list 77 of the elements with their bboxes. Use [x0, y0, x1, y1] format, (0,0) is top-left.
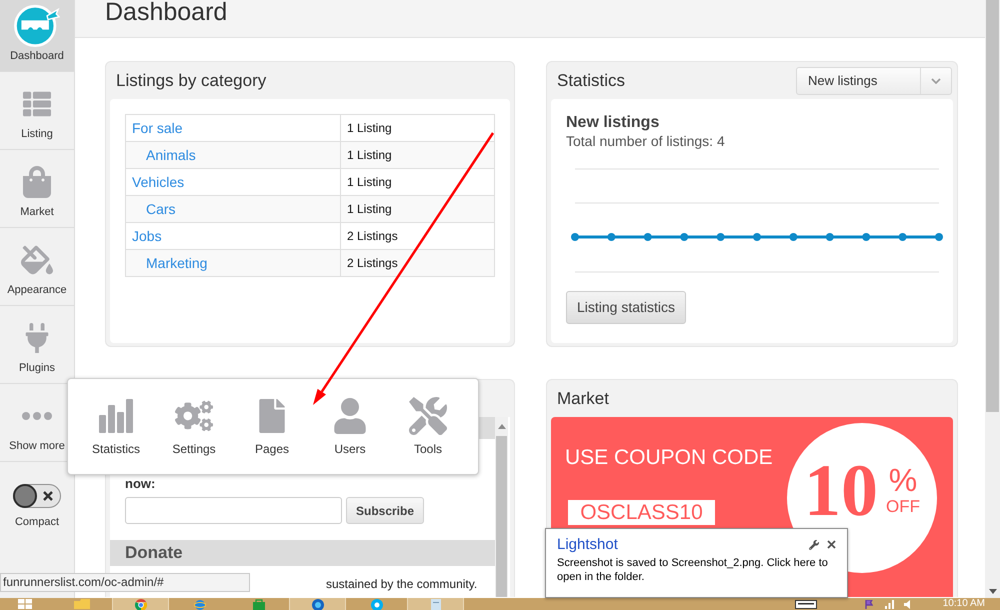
tools-icon — [409, 397, 447, 435]
caret-up-icon — [498, 424, 506, 429]
scrollbar[interactable] — [985, 0, 1000, 598]
scrollbar-thumb[interactable] — [496, 436, 507, 597]
subscribe-button[interactable]: Subscribe — [346, 497, 424, 524]
taskbar-button[interactable] — [289, 598, 346, 610]
sidebar-item[interactable]: Dashboard — [0, 0, 74, 72]
flag-icon[interactable] — [864, 600, 873, 609]
off-label: OFF — [886, 497, 920, 517]
caret-down-icon — [988, 588, 996, 594]
globe-icon — [194, 599, 206, 610]
compact-label: Compact — [14, 516, 60, 529]
data-point — [644, 233, 652, 241]
listing-statistics-button[interactable]: Listing statistics — [566, 291, 686, 324]
percent-sign: % — [888, 463, 918, 497]
bar-chart-icon — [99, 399, 133, 433]
toggle-knob — [13, 484, 37, 508]
data-point — [680, 233, 688, 241]
app-icon — [312, 599, 324, 610]
toggle-switch[interactable] — [13, 484, 61, 508]
scrollbar-thumb[interactable] — [986, 0, 999, 412]
status-url: funrunnerslist.com/oc-admin/# — [0, 573, 250, 592]
table-cell: 2 Listings — [341, 250, 494, 277]
chart-heading: New listings — [566, 113, 660, 133]
chevron-down-icon — [931, 78, 941, 84]
email-field[interactable] — [125, 497, 342, 524]
panel-title: Statistics — [557, 70, 626, 90]
listings-select[interactable]: New listings — [796, 66, 952, 94]
data-point — [716, 233, 725, 241]
wrench-icon[interactable] — [809, 540, 819, 550]
speaker-icon[interactable] — [904, 600, 913, 609]
close-icon[interactable] — [827, 540, 836, 549]
data-point — [862, 233, 870, 241]
table-cell: 1 Listing — [341, 142, 494, 169]
notification-message[interactable]: Screenshot is saved to Screenshot_2.png. Click here to open in the folder. — [557, 556, 836, 584]
shopping-bag-icon — [21, 166, 53, 198]
page-title: Dashboard — [105, 0, 228, 24]
data-point — [935, 233, 943, 241]
donate-heading: Donate — [110, 540, 495, 566]
user-icon — [332, 398, 368, 434]
panel-title: Listings by category — [116, 70, 266, 90]
table-cell: 1 Listing — [341, 196, 494, 223]
notification-title: Lightshot — [557, 536, 619, 554]
total-text: Total number of listings: 4 — [566, 133, 725, 150]
windows-logo-icon — [18, 599, 32, 609]
notification-popup[interactable]: Lightshot Screenshot is saved to Screenshot_2.png. Click here to open in the folder. — [545, 528, 848, 598]
category-link[interactable]: Jobs — [132, 228, 162, 244]
keyboard-icon[interactable] — [794, 600, 817, 609]
donate-text: sustained by the community. — [326, 577, 478, 592]
paint-bucket-icon — [21, 244, 53, 276]
list-icon — [23, 90, 51, 118]
scrollbar[interactable] — [495, 417, 508, 597]
category-link[interactable]: For sale — [132, 120, 183, 136]
menu-item[interactable]: Users — [311, 397, 389, 457]
mask-logo-icon — [14, 3, 60, 47]
category-link[interactable]: Vehicles — [132, 174, 184, 190]
data-point — [753, 233, 761, 241]
panel-title: Market — [557, 388, 609, 408]
newsletter-text: now: — [124, 476, 156, 492]
coupon-headline: USE COUPON CODE — [565, 446, 773, 470]
discount-value: 10 — [804, 457, 878, 525]
shopping-bag-icon — [252, 599, 264, 610]
menu-item[interactable]: Tools — [389, 397, 467, 457]
data-point — [898, 233, 907, 241]
taskbar-button[interactable] — [112, 598, 169, 610]
menu-item[interactable]: Pages — [233, 397, 311, 457]
data-point — [789, 233, 798, 241]
data-point — [607, 233, 616, 241]
menu-item[interactable]: Statistics — [77, 397, 155, 457]
menu-item[interactable]: Settings — [155, 397, 233, 457]
data-point — [826, 233, 834, 241]
notepad-icon — [430, 599, 442, 610]
more-icon — [22, 412, 52, 420]
data-point — [571, 233, 579, 241]
network-icon[interactable] — [884, 600, 894, 609]
coupon-code: OSCLASS10 — [568, 500, 715, 525]
x-mark-icon — [43, 491, 53, 501]
